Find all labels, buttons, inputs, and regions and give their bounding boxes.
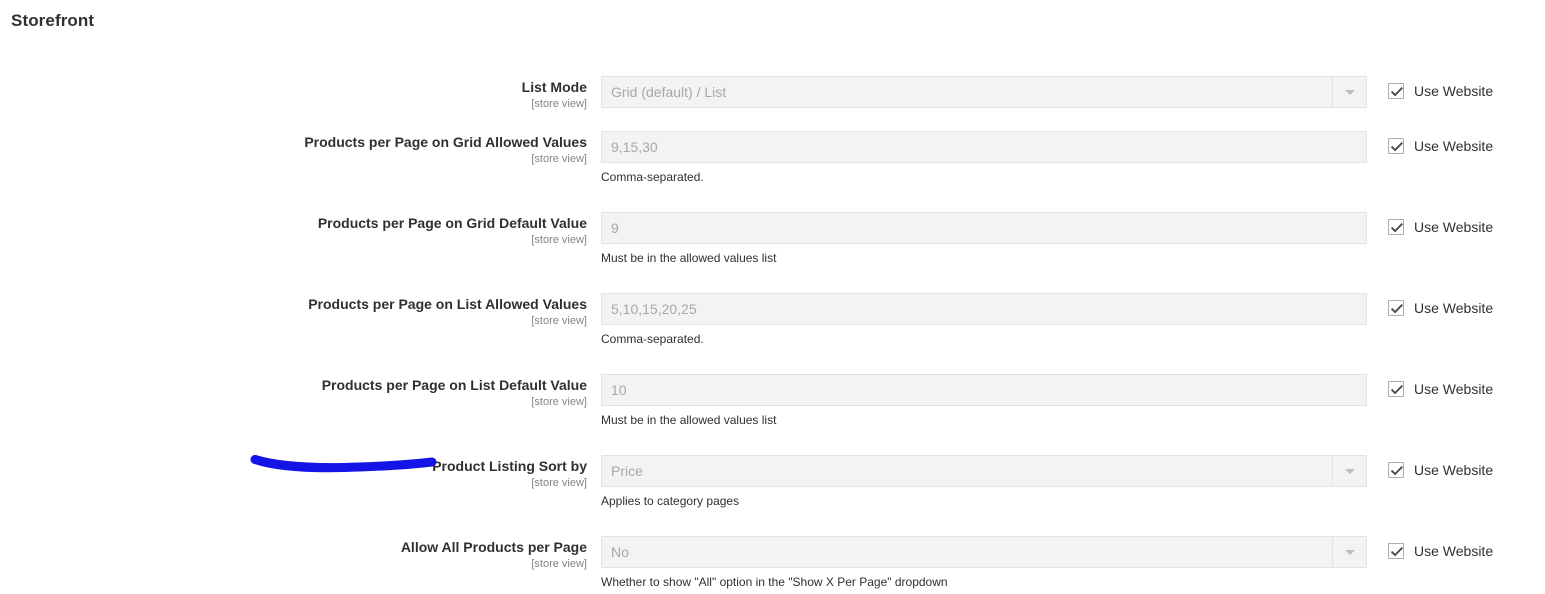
field-scope-label: [store view] [531, 98, 587, 110]
field-label-text: Products per Page on Grid Allowed Values [304, 134, 587, 150]
use-website-control[interactable]: Use Website [1388, 83, 1493, 99]
use-website-checkbox[interactable] [1388, 381, 1404, 397]
chevron-down-icon[interactable] [1332, 456, 1366, 486]
field-row: Products per Page on List Default Value [… [0, 360, 1545, 430]
use-website-checkbox[interactable] [1388, 300, 1404, 316]
use-website-label: Use Website [1414, 83, 1494, 99]
checkmark-icon [1390, 385, 1403, 395]
field-select-value: No [611, 544, 629, 560]
use-website-control[interactable]: Use Website [1388, 219, 1493, 235]
chevron-down-icon[interactable] [1332, 537, 1366, 567]
field-label-text: Products per Page on Grid Default Value [317, 215, 587, 231]
field-text-input[interactable] [601, 212, 1367, 244]
field-text-input[interactable] [601, 374, 1367, 406]
field-label: Products per Page on Grid Allowed Values… [0, 134, 587, 166]
field-control: Grid (default) / List [601, 76, 1367, 108]
checkmark-icon [1390, 87, 1403, 97]
use-website-control[interactable]: Use Website [1388, 300, 1493, 316]
field-label-text: Allow All Products per Page [400, 539, 587, 555]
use-website-label: Use Website [1414, 462, 1494, 478]
use-website-control[interactable]: Use Website [1388, 543, 1493, 559]
use-website-checkbox[interactable] [1388, 462, 1404, 478]
field-scope-label: [store view] [531, 558, 587, 570]
chevron-down-glyph [1344, 90, 1355, 95]
field-label: Products per Page on List Default Value [… [0, 377, 587, 409]
field-note: Comma-separated. [601, 170, 704, 184]
page-title: Storefront [11, 11, 95, 30]
field-row: Product Listing Sort by [store view] Price… [0, 441, 1545, 511]
field-scope-label: [store view] [531, 153, 587, 165]
field-control: Must be in the allowed values list [601, 212, 1367, 266]
field-label: Allow All Products per Page [store view] [0, 539, 587, 571]
field-control: Price Applies to category pages [601, 455, 1367, 509]
use-website-label: Use Website [1414, 138, 1494, 154]
use-website-label: Use Website [1414, 219, 1494, 235]
field-select-value: Price [611, 463, 643, 479]
field-note: Must be in the allowed values list [601, 413, 777, 427]
field-text-input[interactable] [601, 293, 1367, 325]
use-website-checkbox[interactable] [1388, 543, 1404, 559]
use-website-control[interactable]: Use Website [1388, 462, 1493, 478]
field-scope-label: [store view] [531, 477, 587, 489]
field-note: Whether to show "All" option in the "Sho… [601, 575, 948, 589]
chevron-down-icon[interactable] [1332, 77, 1366, 107]
field-row: Products per Page on Grid Allowed Values… [0, 117, 1545, 187]
field-label: Products per Page on Grid Default Value [… [0, 215, 587, 247]
field-select-value: Grid (default) / List [611, 84, 727, 100]
field-row: Allow All Products per Page [store view] N… [0, 522, 1545, 592]
field-label-text: Products per Page on List Allowed Values [308, 296, 587, 312]
field-select[interactable]: No [601, 536, 1367, 568]
field-row: Products per Page on List Allowed Values… [0, 279, 1545, 349]
field-note: Must be in the allowed values list [601, 251, 777, 265]
chevron-down-glyph [1344, 469, 1355, 474]
field-label-text: List Mode [521, 79, 587, 95]
field-note: Applies to category pages [601, 494, 740, 508]
use-website-control[interactable]: Use Website [1388, 381, 1493, 397]
chevron-down-glyph [1344, 550, 1355, 555]
field-select[interactable]: Price [601, 455, 1367, 487]
checkmark-icon [1390, 304, 1403, 314]
use-website-checkbox[interactable] [1388, 138, 1404, 154]
use-website-label: Use Website [1414, 300, 1494, 316]
checkmark-icon [1390, 142, 1403, 152]
field-control: Comma-separated. [601, 131, 1367, 185]
field-label: List Mode [store view] [0, 79, 587, 111]
field-control: No Whether to show "All" option in the "S… [601, 536, 1367, 590]
field-select[interactable]: Grid (default) / List [601, 76, 1367, 108]
field-label-text: Products per Page on List Default Value [321, 377, 587, 393]
use-website-label: Use Website [1414, 381, 1494, 397]
field-scope-label: [store view] [531, 315, 587, 327]
field-scope-label: [store view] [531, 234, 587, 246]
field-label: Products per Page on List Allowed Values… [0, 296, 587, 328]
checkmark-icon [1390, 466, 1403, 476]
use-website-checkbox[interactable] [1388, 219, 1404, 235]
use-website-label: Use Website [1414, 543, 1494, 559]
field-control: Comma-separated. [601, 293, 1367, 347]
use-website-checkbox[interactable] [1388, 83, 1404, 99]
field-label-text: Product Listing Sort by [432, 458, 587, 474]
field-text-input[interactable] [601, 131, 1367, 163]
field-row: Products per Page on Grid Default Value [… [0, 198, 1545, 268]
field-note: Comma-separated. [601, 332, 704, 346]
field-label: Product Listing Sort by [store view] [0, 458, 587, 490]
use-website-control[interactable]: Use Website [1388, 138, 1493, 154]
field-scope-label: [store view] [531, 396, 587, 408]
checkmark-icon [1390, 547, 1403, 557]
field-control: Must be in the allowed values list [601, 374, 1367, 428]
checkmark-icon [1390, 223, 1403, 233]
